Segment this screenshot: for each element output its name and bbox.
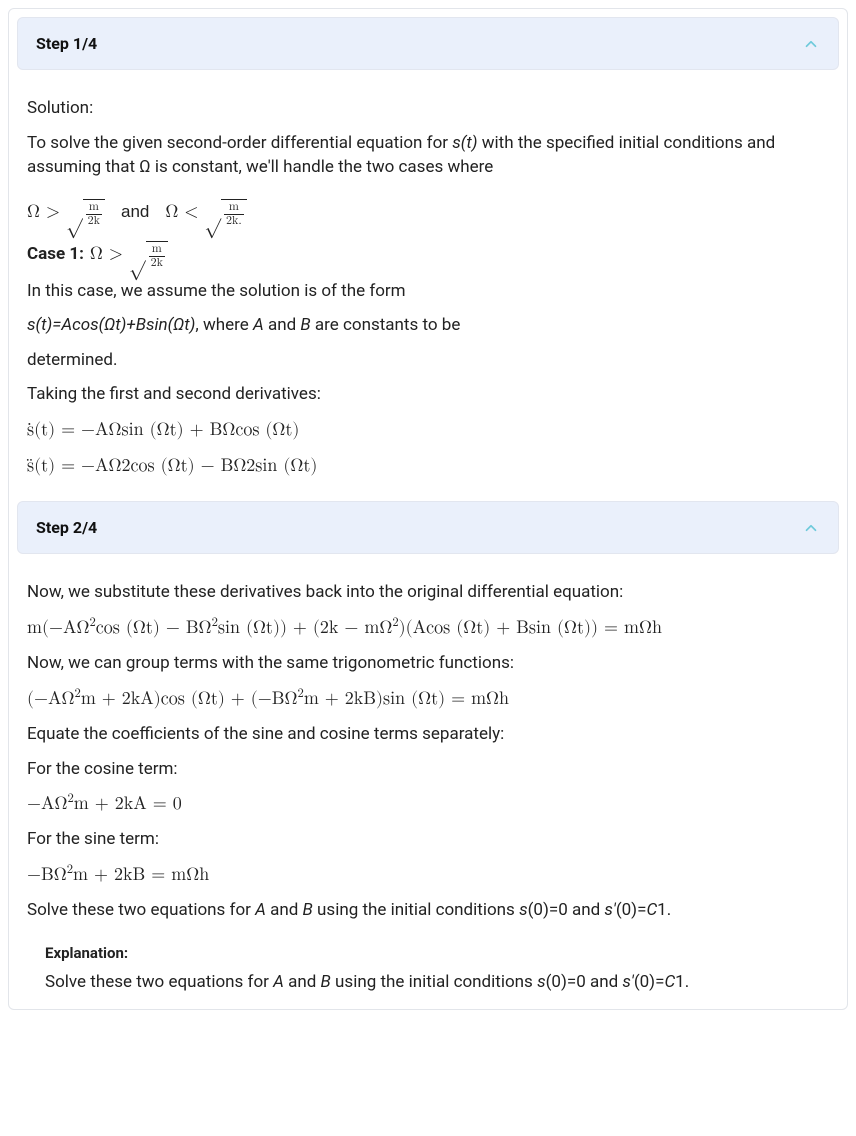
chevron-up-icon xyxy=(802,519,820,537)
v: s xyxy=(519,900,528,920)
t: and xyxy=(266,900,303,920)
text: , where xyxy=(195,315,253,335)
var-a: A xyxy=(273,972,284,992)
step1-header[interactable]: Step 1/4 xyxy=(17,17,839,70)
case1-line: Case 1: Ω > √ m2k xyxy=(27,240,829,268)
omega-lt: Ω < xyxy=(165,199,198,225)
t: (0)=0 and xyxy=(546,972,623,992)
explanation-label: Explanation: xyxy=(45,943,829,965)
assume-text: In this case, we assume the solution is … xyxy=(27,279,829,304)
var-a: A xyxy=(255,900,266,920)
t: m + 2kA = 0 xyxy=(74,795,182,813)
t: )(Acos (Ωt) + Bsin (Ωt)) = mΩh xyxy=(399,619,662,637)
var-a: A xyxy=(253,315,264,335)
step2-header[interactable]: Step 2/4 xyxy=(17,501,839,554)
explanation-text: Solve these two equations for A and B us… xyxy=(45,970,829,995)
taking-derivatives: Taking the first and second derivatives: xyxy=(27,382,829,407)
eq-text: s(t)=Acos(Ωt)+Bsin(Ωt) xyxy=(27,315,195,335)
text: and xyxy=(264,315,301,335)
sqrt-icon: √ m2k xyxy=(129,240,168,268)
conditions: Ω > √ m2k and Ω < √ m2k. xyxy=(27,198,829,226)
sqrt-icon: √ m2k xyxy=(66,198,105,226)
for-sine: For the sine term: xyxy=(27,827,829,852)
step2-title: Step 2/4 xyxy=(36,516,97,539)
substituted-equation: m(−AΩ2cos (Ωt) − BΩ2sin (Ωt)) + (2k − mΩ… xyxy=(27,615,829,641)
frac-den: 2k. xyxy=(224,214,244,228)
v: s' xyxy=(622,972,633,992)
second-derivative: s̈(t) = −AΩ2cos (Ωt) − BΩ2sin (Ωt) xyxy=(27,453,829,479)
v: s' xyxy=(604,900,615,920)
frac-den: 2k xyxy=(86,214,102,228)
substitute-text: Now, we substitute these derivatives bac… xyxy=(27,580,829,605)
form-equation: s(t)=Acos(Ωt)+Bsin(Ωt), where A and B ar… xyxy=(27,313,829,338)
t: 1. xyxy=(657,900,671,920)
t: (−AΩ xyxy=(27,690,75,708)
t: −BΩ xyxy=(27,866,67,884)
equate-text: Equate the coefficients of the sine and … xyxy=(27,722,829,747)
t: cos (Ωt) − BΩ xyxy=(96,619,212,637)
t: m(−AΩ xyxy=(27,619,90,637)
t: (0)= xyxy=(616,900,647,920)
and-text: and xyxy=(121,200,149,225)
step1-title: Step 1/4 xyxy=(36,32,97,55)
sine-equation: −BΩ2m + 2kB = mΩh xyxy=(27,862,829,888)
t: Solve these two equations for xyxy=(45,972,273,992)
step2-content: Now, we substitute these derivatives bac… xyxy=(9,562,847,936)
t: (0)=0 and xyxy=(528,900,605,920)
chevron-up-icon xyxy=(802,35,820,53)
intro-paragraph: To solve the given second-order differen… xyxy=(27,131,829,180)
frac-num: m xyxy=(150,243,164,256)
solution-container: Step 1/4 Solution: To solve the given se… xyxy=(8,8,848,1010)
t: 1. xyxy=(675,972,689,992)
frac-num: m xyxy=(227,201,241,214)
case1-label: Case 1: xyxy=(27,242,84,267)
t: and xyxy=(284,972,321,992)
frac-num: m xyxy=(87,201,101,214)
cosine-equation: −AΩ2m + 2kA = 0 xyxy=(27,791,829,817)
var-b: B xyxy=(300,315,310,335)
for-cosine: For the cosine term: xyxy=(27,757,829,782)
t: m + 2kB = mΩh xyxy=(73,866,209,884)
t: −AΩ xyxy=(27,795,68,813)
omega-gt: Ω > xyxy=(27,199,60,225)
step1-content: Solution: To solve the given second-orde… xyxy=(9,78,847,493)
t: m + 2kB)sin (Ωt) = mΩh xyxy=(304,690,509,708)
v: s xyxy=(537,972,546,992)
t: m + 2kA)cos (Ωt) + (−BΩ xyxy=(81,690,298,708)
v: C xyxy=(646,900,657,920)
solve-instruction: Solve these two equations for A and B us… xyxy=(27,898,829,923)
t: (0)= xyxy=(634,972,665,992)
solution-label: Solution: xyxy=(27,96,829,121)
t: using the initial conditions xyxy=(331,972,537,992)
v: C xyxy=(664,972,675,992)
sqrt-icon: √ m2k. xyxy=(204,198,246,226)
var-st: s(t) xyxy=(452,133,477,153)
t: sin (Ωt)) + (2k − mΩ xyxy=(218,619,393,637)
omega-gt: Ω > xyxy=(90,241,123,267)
grouped-equation: (−AΩ2m + 2kA)cos (Ωt) + (−BΩ2m + 2kB)sin… xyxy=(27,686,829,712)
var-b: B xyxy=(321,972,331,992)
frac-den: 2k xyxy=(149,256,165,270)
first-derivative: ṡ(t) = −AΩsin (Ωt) + BΩcos (Ωt) xyxy=(27,417,829,443)
text: To solve the given second-order differen… xyxy=(27,133,452,153)
t: Solve these two equations for xyxy=(27,900,255,920)
group-text: Now, we can group terms with the same tr… xyxy=(27,651,829,676)
determined-text: determined. xyxy=(27,348,829,373)
var-b: B xyxy=(303,900,313,920)
t: using the initial conditions xyxy=(313,900,519,920)
text: are constants to be xyxy=(311,315,461,335)
explanation-block: Explanation: Solve these two equations f… xyxy=(9,937,847,1001)
